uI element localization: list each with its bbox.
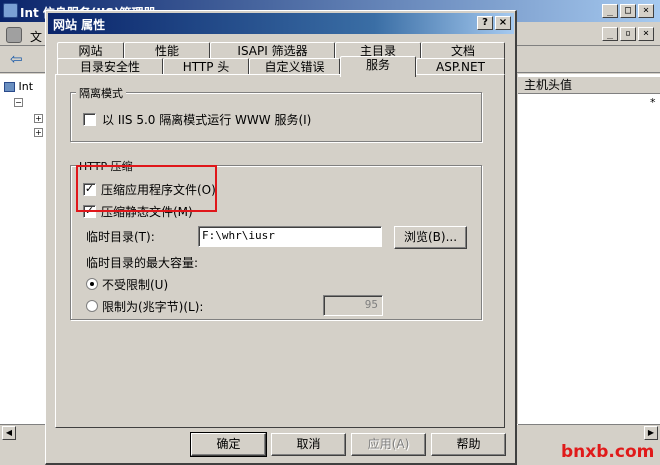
computer-icon — [4, 82, 15, 92]
host-header-value: * — [650, 96, 656, 109]
iis5-isolation-checkbox[interactable] — [83, 113, 96, 126]
minimize-icon[interactable]: _ — [602, 4, 618, 18]
isolation-mode-label: 隔离模式 — [76, 85, 126, 101]
apply-button[interactable]: 应用(A) — [351, 433, 426, 456]
tree-expand-icon[interactable]: + — [34, 114, 43, 123]
service-tab-panel: 隔离模式 以 IIS 5.0 隔离模式运行 WWW 服务(I) HTTP 压缩 … — [55, 74, 505, 428]
tab-service[interactable]: 服务 — [340, 56, 416, 77]
unlimited-radio[interactable] — [86, 278, 98, 290]
scroll-left-icon[interactable]: ◀ — [2, 426, 16, 440]
scroll-right-icon[interactable]: ▶ — [644, 426, 658, 440]
horizontal-scrollbar[interactable]: ◀ — [0, 424, 48, 440]
dialog-close-icon[interactable]: × — [495, 16, 511, 30]
browse-button[interactable]: 浏览(B)... — [394, 226, 467, 249]
max-size-label: 临时目录的最大容量: — [86, 256, 199, 270]
help-icon[interactable]: ? — [477, 16, 493, 30]
tree-collapse-icon[interactable]: − — [14, 98, 23, 107]
unlimited-label[interactable]: 不受限制(U) — [102, 276, 168, 293]
menu-file[interactable]: 文 — [30, 28, 42, 45]
limit-size-input[interactable]: 95 — [323, 295, 383, 316]
child-restore-icon[interactable]: ▫ — [620, 27, 636, 41]
list-horizontal-scrollbar[interactable]: ▶ — [518, 424, 660, 440]
cancel-button[interactable]: 取消 — [271, 433, 346, 456]
list-pane — [518, 74, 660, 424]
limit-to-radio[interactable] — [86, 300, 98, 312]
host-header-column[interactable]: 主机头值 — [518, 76, 660, 94]
website-properties-dialog: 网站 属性 ? × 网站 性能 ISAPI 筛选器 主目录 文档 目录安全性 H… — [45, 10, 517, 465]
tree-root-label: Int — [18, 80, 34, 93]
close-icon[interactable]: × — [638, 4, 654, 18]
maximize-icon[interactable]: □ — [620, 4, 636, 18]
tree-expand-icon[interactable]: + — [34, 128, 43, 137]
tree-pane: Int − + + — [0, 74, 48, 424]
console-icon — [6, 27, 22, 43]
dialog-title: 网站 属性 — [53, 18, 106, 32]
temp-directory-input[interactable]: F:\whr\iusr — [198, 226, 382, 247]
back-arrow-icon[interactable]: ⇦ — [10, 50, 23, 68]
limit-to-label[interactable]: 限制为(兆字节)(L): — [102, 298, 203, 315]
temp-directory-label: 临时目录(T): — [86, 230, 155, 244]
compression-highlight-box — [76, 165, 217, 212]
ok-button[interactable]: 确定 — [190, 432, 267, 457]
tree-root-item[interactable]: Int — [4, 80, 33, 93]
dialog-titlebar: 网站 属性 ? × — [48, 13, 514, 34]
child-close-icon[interactable]: × — [638, 27, 654, 41]
iis5-isolation-label[interactable]: 以 IIS 5.0 隔离模式运行 WWW 服务(I) — [102, 111, 311, 128]
iis-app-icon — [3, 3, 18, 18]
help-button[interactable]: 帮助 — [431, 433, 506, 456]
watermark: bnxb.com — [561, 442, 655, 462]
child-minimize-icon[interactable]: _ — [602, 27, 618, 41]
